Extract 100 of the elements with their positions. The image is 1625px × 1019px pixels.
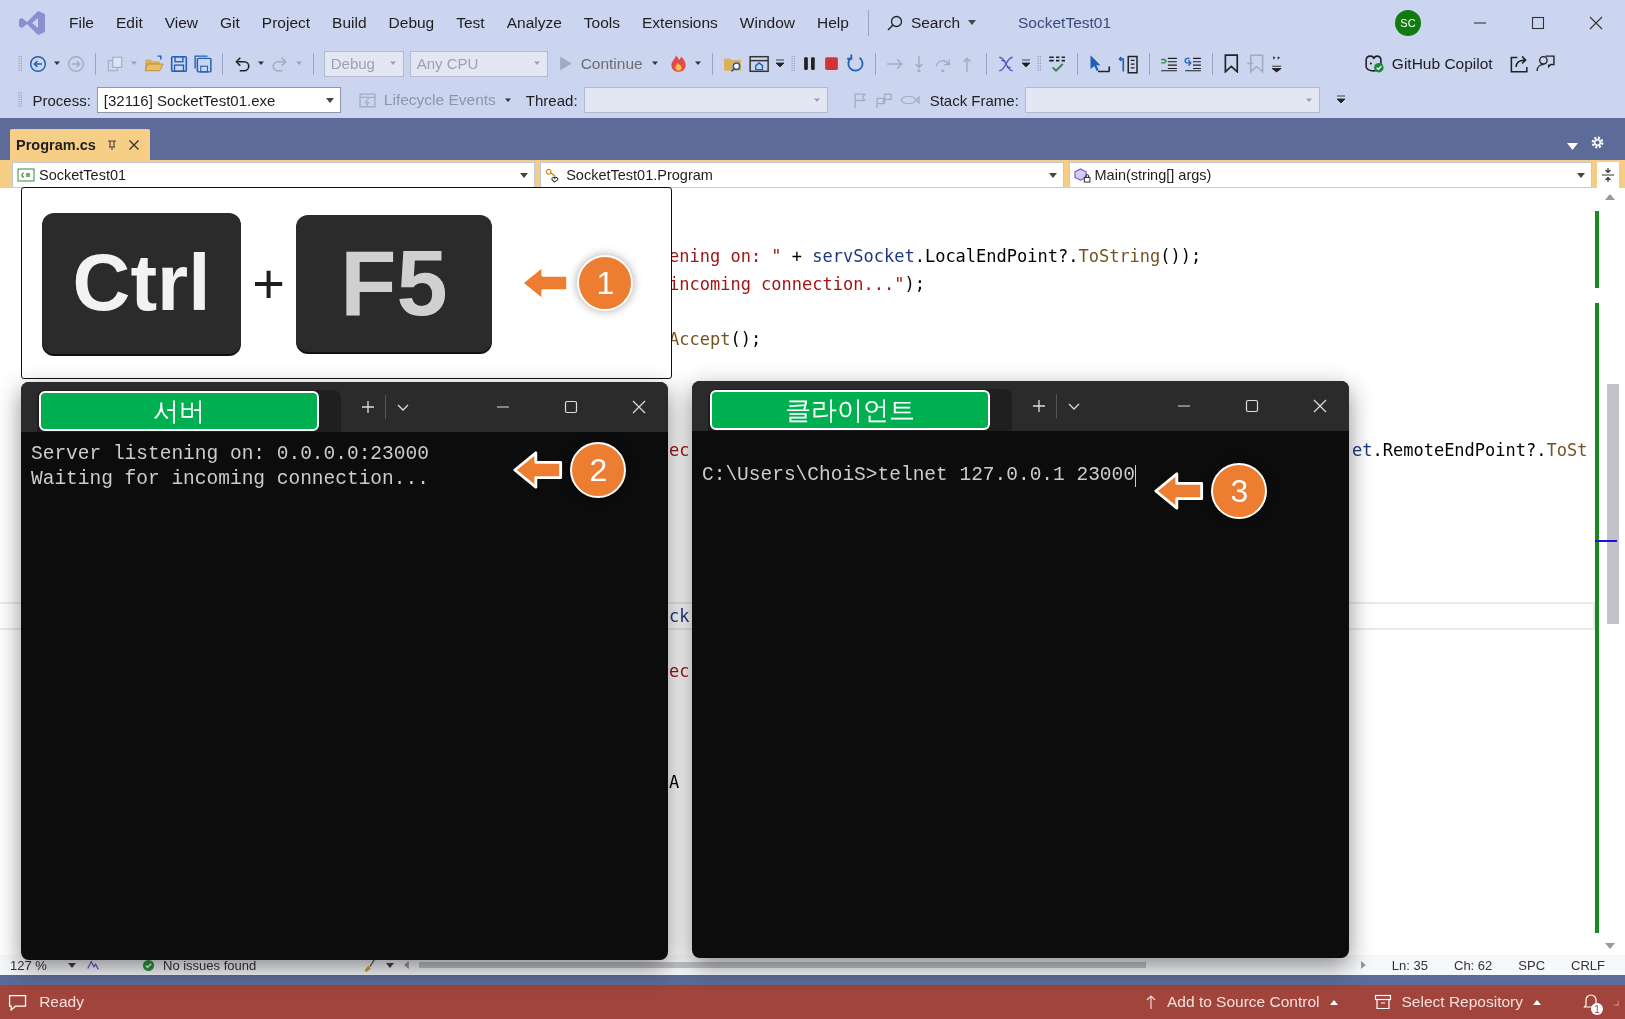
line-number[interactable]: Ln: 35 bbox=[1391, 957, 1428, 973]
plus-sign: + bbox=[251, 250, 286, 316]
column-icon[interactable] bbox=[1116, 53, 1140, 74]
issues-status[interactable]: No issues found bbox=[163, 957, 257, 973]
caret-icon bbox=[1304, 97, 1313, 103]
zoom-dropdown[interactable]: 127 % bbox=[10, 957, 76, 973]
pin-icon[interactable] bbox=[105, 138, 118, 151]
menu-item[interactable]: Help bbox=[806, 9, 860, 36]
caret-icon bbox=[1329, 999, 1338, 1005]
caret-icon bbox=[812, 97, 821, 103]
share-icon[interactable] bbox=[1508, 54, 1530, 73]
menu-item[interactable]: Extensions bbox=[631, 9, 729, 36]
menu-item[interactable]: Git bbox=[209, 9, 251, 36]
search-icon bbox=[886, 14, 903, 31]
flame-icon[interactable] bbox=[668, 54, 688, 73]
code-text: ck bbox=[669, 605, 690, 626]
code-text: A bbox=[669, 771, 680, 792]
caret-icon bbox=[1048, 172, 1057, 178]
grip-icon bbox=[18, 54, 23, 73]
scroll-down-icon bbox=[1605, 943, 1615, 949]
menu-item[interactable]: Edit bbox=[105, 9, 154, 36]
keyboard-key: Ctrl bbox=[42, 212, 241, 354]
status-text: Ready bbox=[39, 993, 84, 1011]
caret-icon bbox=[1577, 172, 1585, 178]
menu-item[interactable]: Analyze bbox=[495, 9, 573, 36]
brush-icon[interactable] bbox=[362, 958, 376, 972]
copilot-button[interactable]: GitHub Copilot bbox=[1358, 54, 1497, 73]
caret-icon bbox=[650, 61, 659, 66]
plus-icon[interactable] bbox=[1032, 399, 1046, 413]
text-cursor bbox=[1135, 464, 1137, 487]
window-icon bbox=[358, 91, 376, 109]
feedback-icon[interactable] bbox=[1536, 54, 1555, 73]
menu-item[interactable]: File bbox=[58, 9, 105, 36]
add-to-source-control-button[interactable]: Add to Source Control bbox=[1145, 993, 1338, 1011]
window-icon[interactable] bbox=[748, 54, 770, 73]
scroll-left-icon[interactable] bbox=[404, 961, 409, 969]
split-icon[interactable] bbox=[1600, 167, 1616, 183]
overflow-icon[interactable] bbox=[1270, 54, 1283, 73]
comment-icon[interactable] bbox=[8, 993, 28, 1011]
caret-icon bbox=[968, 20, 976, 25]
arrow-icon bbox=[511, 449, 565, 491]
step-marker: 1 bbox=[577, 255, 634, 311]
pulse-icon bbox=[86, 958, 100, 972]
stop-icon[interactable] bbox=[822, 55, 840, 72]
save-all-icon[interactable] bbox=[193, 54, 212, 73]
stack-frame-label: Stack Frame: bbox=[929, 91, 1019, 109]
close-icon[interactable] bbox=[1589, 15, 1603, 30]
menu-item[interactable]: Build bbox=[321, 9, 378, 36]
caret-icon[interactable] bbox=[1567, 143, 1578, 150]
type-dropdown[interactable]: SocketTest01.Program bbox=[540, 162, 1064, 188]
maximize-icon[interactable] bbox=[1531, 15, 1545, 30]
select-repository-button[interactable]: Select Repository bbox=[1373, 993, 1541, 1011]
caret-icon bbox=[520, 172, 529, 178]
overflow-icon[interactable] bbox=[1020, 57, 1031, 70]
grip-icon bbox=[18, 91, 23, 109]
overflow-icon[interactable] bbox=[775, 57, 786, 70]
caret-icon[interactable] bbox=[256, 61, 265, 66]
resize-grip-icon bbox=[1611, 998, 1619, 1006]
menu-item[interactable]: Test bbox=[445, 9, 496, 36]
search-button[interactable]: Search bbox=[880, 9, 982, 36]
overflow-icon[interactable] bbox=[1335, 94, 1346, 106]
caret-icon[interactable] bbox=[52, 61, 61, 66]
whitespace-mode[interactable]: SPC bbox=[1518, 957, 1546, 973]
menu-item[interactable]: Debug bbox=[377, 9, 446, 36]
back-icon[interactable] bbox=[28, 54, 47, 73]
pause-icon[interactable] bbox=[801, 55, 817, 72]
terminal-text: C:\Users\ChoiS>telnet 127.0.0.1 23000 bbox=[702, 463, 1135, 488]
save-icon[interactable] bbox=[169, 54, 188, 73]
user-avatar[interactable]: SC bbox=[1395, 9, 1421, 36]
step-marker: 3 bbox=[1211, 463, 1268, 519]
continue-button[interactable]: Continue bbox=[553, 54, 663, 73]
scroll-right-icon[interactable] bbox=[1361, 961, 1366, 969]
plus-icon[interactable] bbox=[361, 400, 375, 414]
process-label: Process: bbox=[32, 91, 91, 109]
method-icon bbox=[1073, 167, 1091, 183]
settings-icon[interactable] bbox=[1590, 135, 1605, 150]
spellcheck-icon[interactable] bbox=[1047, 54, 1068, 73]
arrow-icon bbox=[1152, 470, 1206, 512]
cursor-icon[interactable] bbox=[1088, 53, 1111, 74]
menu-item[interactable]: View bbox=[153, 9, 210, 36]
process-dropdown[interactable]: [32116] SocketTest01.exe bbox=[96, 87, 341, 113]
line-ending[interactable]: CRLF bbox=[1571, 957, 1605, 973]
code-text: et.RemoteEndPoint?.ToSt bbox=[1352, 439, 1588, 460]
caret-icon bbox=[68, 962, 76, 968]
restart-icon[interactable] bbox=[845, 54, 865, 73]
scroll-thumb[interactable] bbox=[1607, 384, 1619, 624]
menu-item[interactable]: Project bbox=[250, 9, 322, 36]
helix-icon[interactable] bbox=[996, 54, 1015, 73]
project-dropdown[interactable]: SocketTest01 bbox=[12, 162, 536, 188]
code-text: incoming connection..."); bbox=[669, 273, 925, 294]
member-dropdown[interactable]: Main(string[] args) bbox=[1068, 162, 1592, 188]
caret-icon[interactable] bbox=[693, 61, 702, 66]
file-tab[interactable]: Program.cs bbox=[10, 129, 150, 160]
bookmark-icon[interactable] bbox=[1223, 54, 1240, 73]
caret-icon[interactable] bbox=[386, 962, 394, 968]
close-icon[interactable] bbox=[127, 138, 140, 151]
column-number[interactable]: Ch: 62 bbox=[1454, 957, 1493, 973]
menu-item[interactable]: Window bbox=[728, 9, 806, 36]
menu-item[interactable]: Tools bbox=[572, 9, 632, 36]
grip-icon bbox=[1036, 54, 1042, 73]
